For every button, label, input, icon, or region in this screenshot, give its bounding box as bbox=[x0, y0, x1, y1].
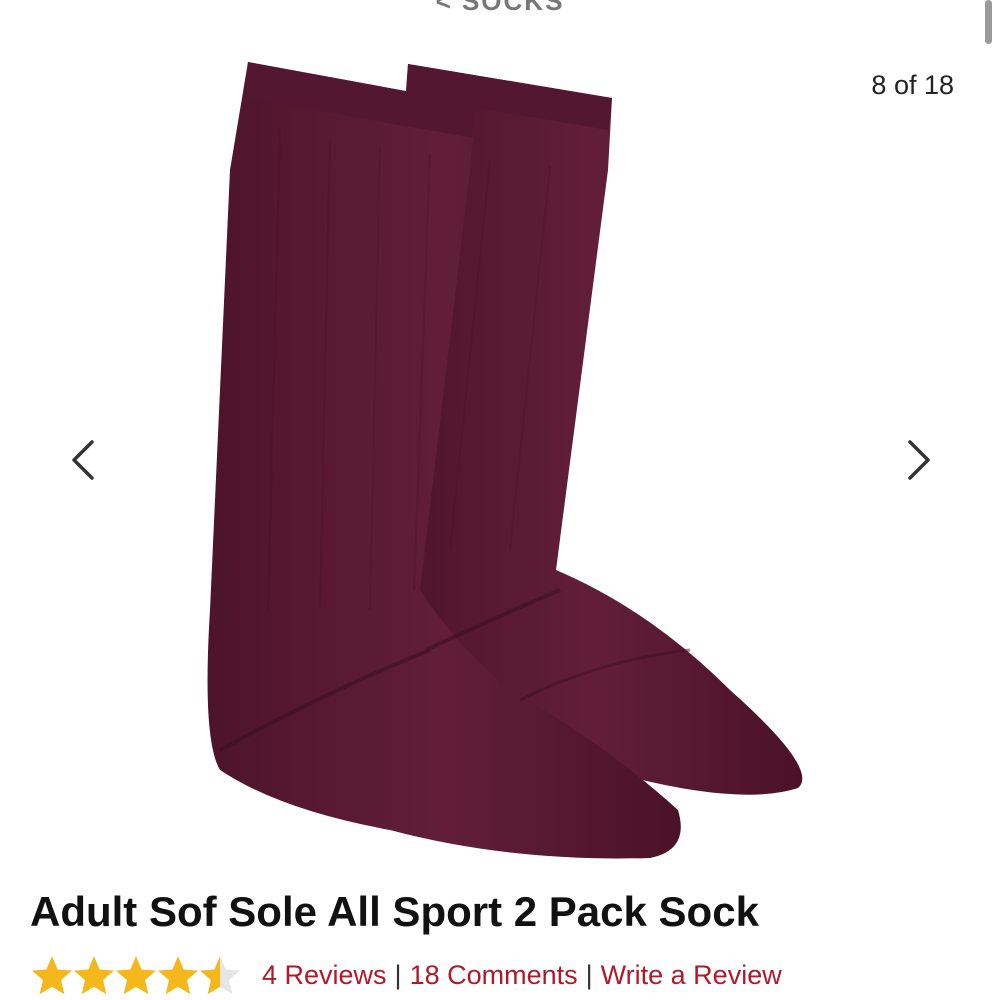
chevron-left-icon bbox=[72, 440, 94, 480]
star-full-icon bbox=[32, 956, 72, 995]
star-half-icon bbox=[200, 956, 240, 995]
product-image bbox=[207, 62, 803, 859]
product-title: Adult Sof Sole All Sport 2 Pack Sock bbox=[30, 888, 759, 935]
breadcrumb-back-link[interactable]: < SOCKS bbox=[0, 0, 1000, 17]
scrollbar[interactable] bbox=[985, 0, 992, 44]
previous-image-button[interactable] bbox=[58, 432, 108, 488]
chevron-right-icon bbox=[908, 440, 930, 480]
separator: | bbox=[585, 959, 593, 990]
reviews-link[interactable]: 4 Reviews bbox=[262, 960, 387, 991]
next-image-button[interactable] bbox=[894, 432, 944, 488]
star-full-icon bbox=[158, 956, 198, 995]
star-rating bbox=[30, 954, 240, 996]
star-full-icon bbox=[74, 956, 114, 995]
rating-row: 4 Reviews | 18 Comments | Write a Review bbox=[30, 953, 782, 997]
image-counter: 8 of 18 bbox=[871, 70, 954, 100]
comments-link[interactable]: 18 Comments bbox=[410, 960, 578, 991]
write-review-link[interactable]: Write a Review bbox=[601, 960, 782, 991]
separator: | bbox=[394, 959, 402, 990]
star-full-icon bbox=[116, 956, 156, 995]
